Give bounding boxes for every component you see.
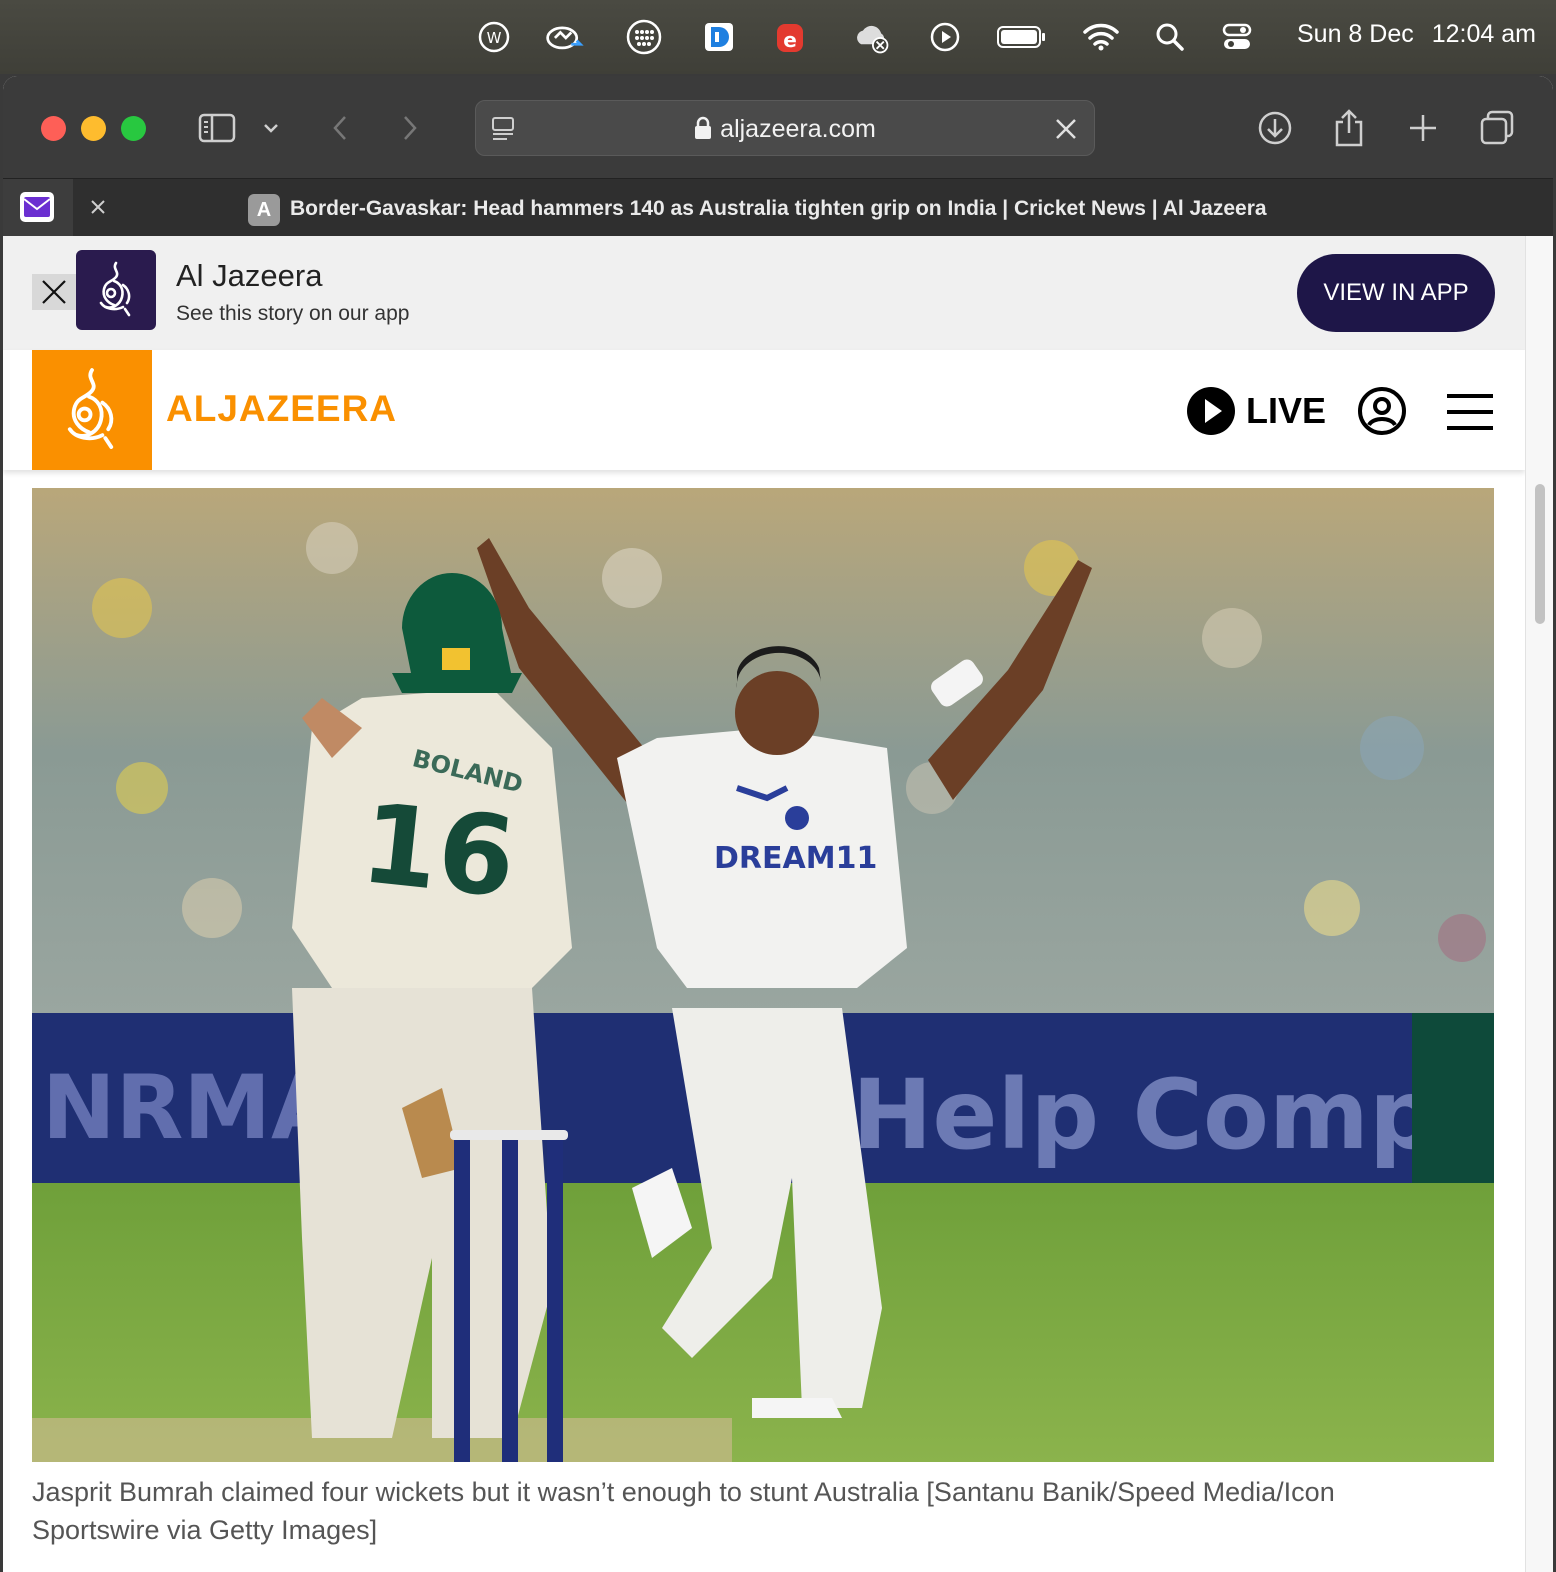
close-icon bbox=[42, 280, 66, 304]
banner-app-name: Al Jazeera bbox=[176, 258, 323, 293]
cloud-error-icon[interactable] bbox=[852, 18, 892, 56]
image-caption: Jasprit Bumrah claimed four wickets but … bbox=[32, 1477, 1335, 1545]
svg-text:e: e bbox=[783, 28, 797, 52]
scrollbar-thumb[interactable] bbox=[1535, 484, 1545, 624]
wordpress-icon[interactable]: W bbox=[474, 18, 514, 56]
wifi-icon[interactable] bbox=[1081, 18, 1121, 56]
aljazeera-app-logo bbox=[76, 250, 156, 330]
hamburger-menu-icon[interactable] bbox=[1445, 392, 1495, 432]
sponsor-text: DREAM11 bbox=[714, 841, 877, 876]
aljazeera-logo[interactable] bbox=[32, 350, 152, 470]
control-center-icon[interactable] bbox=[1217, 18, 1257, 56]
live-label: LIVE bbox=[1246, 390, 1327, 431]
play-circle-icon[interactable] bbox=[925, 18, 965, 56]
live-button[interactable]: LIVE bbox=[1186, 386, 1326, 436]
smart-app-banner: Al Jazeera See this story on our app VIE… bbox=[3, 236, 1525, 350]
clock[interactable]: Sun 8 Dec 12:04 am bbox=[1297, 20, 1536, 49]
web-page: Al Jazeera See this story on our app VIE… bbox=[3, 236, 1525, 1572]
sync-icon[interactable] bbox=[544, 18, 584, 56]
spotlight-search-icon[interactable] bbox=[1150, 18, 1190, 56]
grid-icon[interactable] bbox=[624, 18, 664, 56]
banner-subtitle: See this story on our app bbox=[176, 302, 410, 325]
play-icon bbox=[1187, 387, 1235, 435]
board-left-text: NRMA bbox=[42, 1056, 339, 1159]
view-in-app-button[interactable]: VIEW IN APP bbox=[1297, 254, 1495, 332]
app-d-icon[interactable] bbox=[699, 18, 739, 56]
date-label: Sun 8 Dec bbox=[1297, 20, 1414, 48]
site-header: ALJAZEERA LIVE bbox=[3, 350, 1525, 470]
time-label: 12:04 am bbox=[1431, 20, 1536, 48]
svg-text:W: W bbox=[487, 29, 502, 47]
hero-image: NRMA Help Company DREAM11 bbox=[32, 488, 1494, 1462]
site-wordmark[interactable]: ALJAZEERA bbox=[166, 388, 397, 430]
user-account-icon[interactable] bbox=[1357, 386, 1407, 436]
battery-icon[interactable] bbox=[996, 18, 1048, 56]
close-banner-button[interactable] bbox=[32, 274, 76, 310]
app-e-icon[interactable]: e bbox=[770, 18, 810, 56]
vertical-scrollbar[interactable] bbox=[1525, 236, 1553, 1572]
page-viewport: Al Jazeera See this story on our app VIE… bbox=[3, 76, 1553, 1572]
player-number-text: 16 bbox=[355, 779, 521, 922]
menu-bar: W e Sun 8 Dec 12:04 am bbox=[0, 0, 1556, 74]
board-right-text: Help Company bbox=[852, 1059, 1494, 1171]
